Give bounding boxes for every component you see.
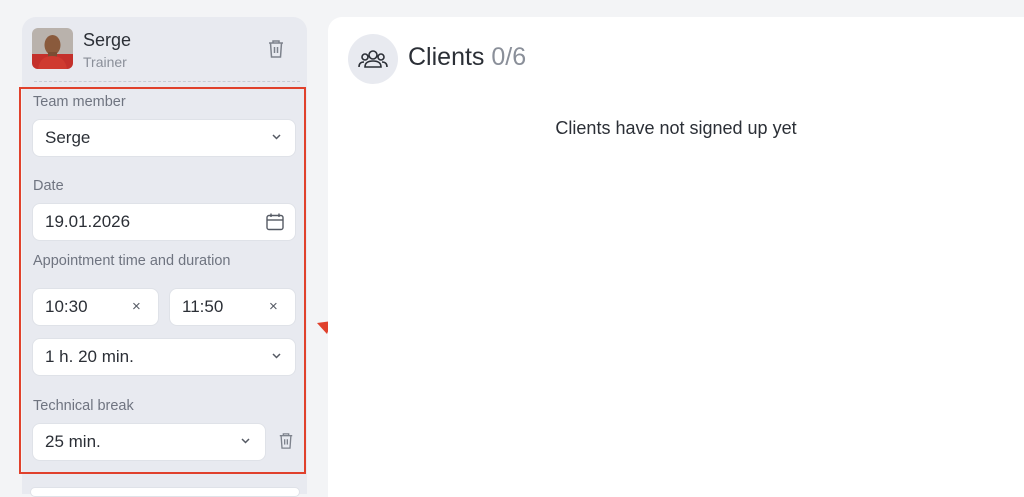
chevron-down-icon bbox=[272, 134, 281, 140]
clear-start-time-icon[interactable]: × bbox=[132, 298, 141, 315]
chevron-down-icon bbox=[241, 438, 250, 444]
start-time-input[interactable]: 10:30 × bbox=[32, 288, 159, 326]
clients-group-icon bbox=[348, 34, 398, 84]
team-member-label: Team member bbox=[33, 94, 126, 110]
clients-count: 0/6 bbox=[491, 43, 527, 71]
remove-staff-trash-icon[interactable] bbox=[267, 39, 285, 59]
header-divider bbox=[34, 81, 300, 82]
end-time-input[interactable]: 11:50 × bbox=[169, 288, 296, 326]
chevron-down-icon bbox=[272, 353, 281, 359]
next-staff-card bbox=[30, 487, 300, 497]
end-time-value: 11:50 bbox=[182, 297, 224, 316]
clients-heading: Clients 0/6 bbox=[408, 43, 526, 72]
staff-name: Serge bbox=[83, 30, 132, 50]
clients-title: Clients bbox=[408, 43, 485, 71]
calendar-icon[interactable] bbox=[265, 212, 285, 232]
appointment-time-label: Appointment time and duration bbox=[33, 253, 231, 269]
staff-avatar bbox=[32, 28, 73, 69]
date-input[interactable]: 19.01.2026 bbox=[32, 203, 296, 241]
technical-break-label: Technical break bbox=[33, 398, 134, 414]
team-member-select[interactable]: Serge bbox=[32, 119, 296, 157]
date-label: Date bbox=[33, 178, 64, 194]
remove-break-trash-icon[interactable] bbox=[278, 432, 294, 450]
duration-value: 1 h. 20 min. bbox=[45, 347, 134, 366]
staff-role: Trainer bbox=[83, 54, 127, 70]
date-value: 19.01.2026 bbox=[45, 212, 131, 231]
clients-empty-message: Clients have not signed up yet bbox=[555, 118, 797, 138]
clients-panel: Clients 0/6 Clients have not signed up y… bbox=[328, 17, 1024, 497]
duration-select[interactable]: 1 h. 20 min. bbox=[32, 338, 296, 376]
clear-end-time-icon[interactable]: × bbox=[269, 298, 278, 315]
team-member-value: Serge bbox=[45, 128, 91, 147]
technical-break-value: 25 min. bbox=[45, 432, 101, 451]
start-time-value: 10:30 bbox=[45, 297, 88, 316]
staff-header: Serge Trainer bbox=[22, 17, 307, 83]
technical-break-select[interactable]: 25 min. bbox=[32, 423, 266, 461]
